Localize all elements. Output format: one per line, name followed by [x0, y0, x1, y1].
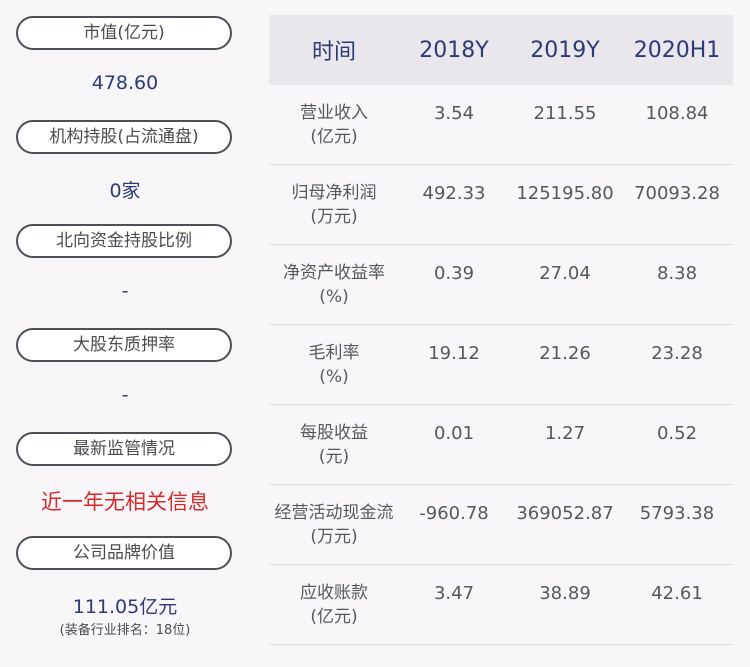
metric-unit: (%) [319, 367, 349, 387]
table-row: 每股收益 (元) 0.01 1.27 0.52 [269, 405, 733, 485]
cell-2019: 211.55 [533, 103, 597, 124]
metric-name: 归母净利润 [291, 183, 377, 203]
metric-unit: (万元) [310, 207, 358, 227]
cell-2020h1: 42.61 [651, 583, 703, 604]
institution-holding-label: 机构持股(占流通盘) [16, 120, 232, 154]
metric-name: 毛利率 [308, 343, 360, 363]
cell-2018: 0.01 [433, 423, 475, 444]
metric-unit: (%) [319, 287, 349, 307]
header-2018: 2018Y [419, 37, 489, 63]
northbound-ratio-value: - [121, 280, 129, 302]
cell-2018: 19.12 [428, 343, 480, 364]
row-label: 经营活动现金流 (万元) [269, 501, 399, 549]
pledge-ratio-label: 大股东质押率 [16, 328, 232, 362]
cell-2019: 38.89 [539, 583, 591, 604]
regulatory-label: 最新监管情况 [16, 432, 232, 466]
row-label: 毛利率 (%) [269, 341, 399, 389]
metric-name: 应收账款 [300, 583, 368, 603]
market-value: 478.60 [91, 72, 159, 94]
cell-2019: 369052.87 [516, 503, 614, 524]
table-row: 经营活动现金流 (万元) -960.78 369052.87 5793.38 [269, 485, 733, 565]
metric-name: 经营活动现金流 [274, 503, 394, 523]
northbound-ratio-label: 北向资金持股比例 [16, 224, 232, 258]
cell-2020h1: 5793.38 [639, 503, 715, 524]
cell-2018: 0.39 [433, 263, 475, 284]
metric-unit: (亿元) [310, 607, 358, 627]
table-row: 营业收入 (亿元) 3.54 211.55 108.84 [269, 85, 733, 165]
metric-name: 净资产收益率 [283, 263, 385, 283]
header-2019: 2019Y [530, 37, 600, 63]
table-row: 归母净利润 (万元) 492.33 125195.80 70093.28 [269, 165, 733, 245]
cell-2019: 21.26 [539, 343, 591, 364]
cell-2020h1: 0.52 [656, 423, 698, 444]
cell-2020h1: 8.38 [656, 263, 698, 284]
cell-2018: 3.47 [433, 583, 475, 604]
metric-unit: (元) [318, 447, 350, 467]
table-row: 应收账款 (亿元) 3.47 38.89 42.61 [269, 565, 733, 645]
cell-2019: 125195.80 [516, 183, 614, 204]
row-label: 每股收益 (元) [269, 421, 399, 469]
metric-name: 每股收益 [300, 423, 368, 443]
row-label: 营业收入 (亿元) [269, 101, 399, 149]
market-value-label: 市值(亿元) [16, 16, 232, 50]
metric-unit: (亿元) [310, 127, 358, 147]
header-time: 时间 [311, 40, 356, 65]
cell-2018: 492.33 [422, 183, 486, 204]
metric-name: 营业收入 [300, 103, 368, 123]
header-2020h1: 2020H1 [633, 37, 721, 63]
brand-value: 111.05亿元 [72, 596, 178, 618]
table-row: 毛利率 (%) 19.12 21.26 23.28 [269, 325, 733, 405]
cell-2018: -960.78 [419, 503, 489, 524]
brand-rank-note: (装备行业排名：18位) [59, 623, 191, 638]
pledge-ratio-value: - [121, 384, 129, 406]
regulatory-value: 近一年无相关信息 [41, 490, 209, 514]
row-label: 净资产收益率 (%) [269, 261, 399, 309]
cell-2020h1: 108.84 [645, 103, 709, 124]
financial-table: 时间 2018Y 2019Y 2020H1 营业收入 (亿元) 3.54 211.… [269, 15, 733, 645]
left-panel: 市值(亿元) 478.60 机构持股(占流通盘) 0家 北向资金持股比例 - 大… [0, 0, 250, 667]
cell-2019: 27.04 [539, 263, 591, 284]
institution-holding-value: 0家 [109, 180, 141, 202]
metric-unit: (万元) [310, 527, 358, 547]
row-label: 应收账款 (亿元) [269, 581, 399, 629]
brand-value-label: 公司品牌价值 [16, 536, 232, 570]
row-label: 归母净利润 (万元) [269, 181, 399, 229]
table-header: 时间 2018Y 2019Y 2020H1 [269, 15, 733, 85]
cell-2018: 3.54 [433, 103, 475, 124]
table-row: 净资产收益率 (%) 0.39 27.04 8.38 [269, 245, 733, 325]
cell-2019: 1.27 [544, 423, 586, 444]
cell-2020h1: 23.28 [651, 343, 703, 364]
cell-2020h1: 70093.28 [634, 183, 720, 204]
